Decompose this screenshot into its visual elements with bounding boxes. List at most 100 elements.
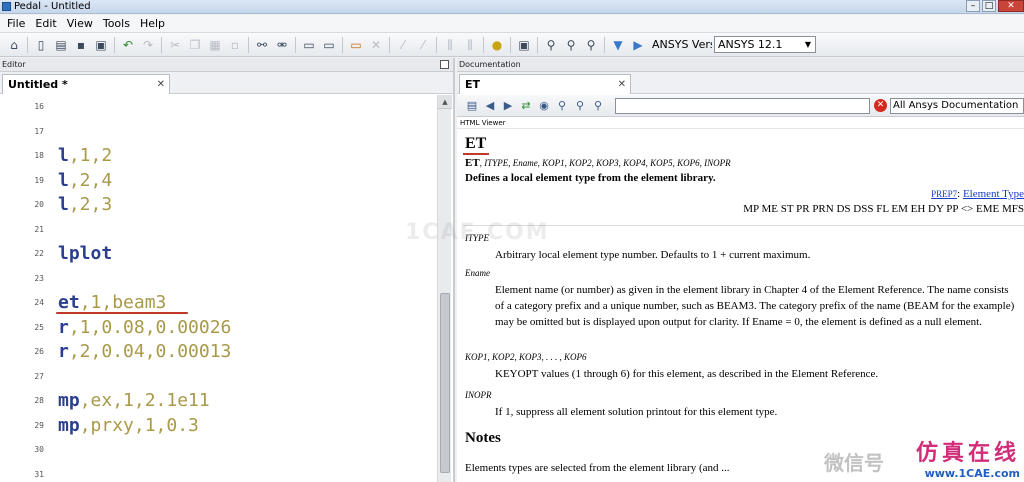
scroll-up-icon[interactable]: ▲: [438, 95, 452, 109]
arg-name-ename: Ename: [465, 268, 490, 278]
editor-scrollbar[interactable]: ▲: [437, 95, 452, 482]
open-file-icon[interactable]: ▤: [53, 37, 69, 53]
minimize-button[interactable]: –: [966, 0, 980, 12]
find-next-icon[interactable]: ⚮: [274, 37, 290, 53]
forward-arrow-icon[interactable]: ▶: [500, 98, 516, 114]
arg-desc-itype: Arbitrary local element type number. Def…: [495, 249, 811, 261]
editor-tabbar: Untitled * ✕: [0, 72, 453, 94]
code-line[interactable]: 25 r,1,0.08,0.00026: [0, 316, 434, 340]
code-line[interactable]: 23: [0, 267, 434, 291]
run-icon[interactable]: ▶: [630, 37, 646, 53]
toolbar-separator: [510, 36, 511, 53]
paste-icon[interactable]: ▦: [207, 37, 223, 53]
documentation-pane: Documentation ET ✕ ▤ ◀ ▶ ⇄ ◉ ⚲ ⚲ ⚲ ✕ All…: [457, 58, 1024, 482]
redo-icon[interactable]: ↷: [140, 37, 156, 53]
uncomment-icon[interactable]: ⁄: [415, 37, 431, 53]
tab-et[interactable]: ET ✕: [459, 74, 631, 94]
comment-icon[interactable]: ⁄: [395, 37, 411, 53]
line-number: 28: [34, 396, 44, 405]
outdent-icon[interactable]: ▭: [321, 37, 337, 53]
code-line[interactable]: 17: [0, 120, 434, 144]
window-icon[interactable]: ▣: [516, 37, 532, 53]
menu-file[interactable]: File: [2, 16, 30, 32]
maximize-button[interactable]: □: [982, 0, 996, 12]
html-viewer[interactable]: ET ET, ITYPE, Ename, KOP1, KOP2, KOP3, K…: [457, 130, 1024, 482]
find-icon[interactable]: ⚯: [254, 37, 270, 53]
window-title: Pedal - Untitled: [14, 1, 91, 12]
brand-wechat: 微信号: [824, 451, 884, 475]
new-file-icon[interactable]: ▯: [33, 37, 49, 53]
code-line[interactable]: 20 l,2,3: [0, 193, 434, 217]
code-line[interactable]: 30: [0, 438, 434, 462]
clear-bookmark-icon[interactable]: ✕: [368, 37, 384, 53]
zoom-in-icon[interactable]: ⚲: [554, 98, 570, 114]
home-icon[interactable]: ◉: [536, 98, 552, 114]
home-icon[interactable]: ⌂: [6, 37, 22, 53]
copy-icon[interactable]: ❐: [187, 37, 203, 53]
toolbar-separator: [483, 36, 484, 53]
version-dropdown[interactable]: ANSYS 12.1 ▼: [714, 36, 816, 53]
tab-untitled[interactable]: Untitled * ✕: [2, 74, 170, 94]
sync-icon[interactable]: ⇄: [518, 98, 534, 114]
code-line[interactable]: 29 mp,prxy,1,0.3: [0, 414, 434, 438]
line-number: 16: [34, 102, 44, 111]
scroll-thumb[interactable]: [440, 293, 450, 473]
documentation-search-input[interactable]: [615, 97, 870, 114]
notes-text: Elements types are selected from the ele…: [465, 462, 730, 474]
lightbulb-icon[interactable]: ●: [489, 37, 505, 53]
processor-line: PREP7: Element Type: [931, 188, 1024, 200]
code-line[interactable]: 22 lplot: [0, 242, 434, 266]
documentation-toolbar: ▤ ◀ ▶ ⇄ ◉ ⚲ ⚲ ⚲ ✕ All Ansys Documentatio…: [457, 95, 1024, 117]
indent-icon[interactable]: ▭: [301, 37, 317, 53]
code-line[interactable]: 18 l,1,2: [0, 144, 434, 168]
rows-icon[interactable]: ⫼: [462, 37, 478, 53]
toolbar-separator: [342, 36, 343, 53]
zoom-in-icon[interactable]: ⚲: [543, 37, 559, 53]
delete-icon[interactable]: ▫: [227, 37, 243, 53]
code-line[interactable]: 26 r,2,0.04,0.00013: [0, 340, 434, 364]
code-editor[interactable]: 16 17 18 l,1,2 19 l,2,4 20 l,2,3 21 22 lplot 23 24 et…: [0, 95, 452, 482]
line-number: 31: [34, 469, 44, 479]
zoom-out-icon[interactable]: ⚲: [572, 98, 588, 114]
code-line[interactable]: 19 l,2,4: [0, 169, 434, 193]
code-line[interactable]: 31: [0, 463, 434, 482]
close-tab-icon[interactable]: ✕: [157, 75, 165, 94]
prep7-link[interactable]: PREP7: [931, 189, 957, 199]
code-line[interactable]: 28 mp,ex,1,2.1e11: [0, 389, 434, 413]
editor-pane-title: Editor: [2, 60, 26, 69]
zoom-reset-icon[interactable]: ⚲: [583, 37, 599, 53]
version-label: ANSYS Version: [652, 38, 712, 51]
tab-label: ET: [465, 78, 481, 91]
bookmark-icon[interactable]: ▭: [348, 37, 364, 53]
code-line[interactable]: 16: [0, 95, 434, 119]
code-line[interactable]: 24 et,1,beam3: [0, 291, 434, 315]
save-icon[interactable]: ▪: [73, 37, 89, 53]
menu-tools[interactable]: Tools: [98, 16, 135, 32]
menu-view[interactable]: View: [62, 16, 98, 32]
command-keyword: lplot: [58, 243, 113, 264]
app-icon: [2, 2, 11, 11]
element-type-link[interactable]: Element Type: [963, 188, 1024, 200]
clear-search-icon[interactable]: ✕: [874, 99, 887, 112]
menu-help[interactable]: Help: [135, 16, 170, 32]
code-line[interactable]: 21: [0, 218, 434, 242]
undo-icon[interactable]: ↶: [120, 37, 136, 53]
maximize-pane-icon[interactable]: [440, 60, 449, 69]
documentation-pane-header: Documentation: [457, 58, 1024, 72]
save-all-icon[interactable]: ▣: [93, 37, 109, 53]
columns-icon[interactable]: ⫼: [442, 37, 458, 53]
filter-icon[interactable]: ▼: [610, 37, 626, 53]
close-tab-icon[interactable]: ✕: [618, 75, 626, 94]
zoom-out-icon[interactable]: ⚲: [563, 37, 579, 53]
close-window-button[interactable]: ✕: [998, 0, 1024, 12]
menu-edit[interactable]: Edit: [30, 16, 61, 32]
brand-url: www.1CAE.com: [924, 467, 1020, 480]
code-line[interactable]: 27: [0, 365, 434, 389]
search-scope-dropdown[interactable]: All Ansys Documentation: [890, 97, 1024, 114]
cut-icon[interactable]: ✂: [167, 37, 183, 53]
toolbar-separator: [537, 36, 538, 53]
contents-icon[interactable]: ▤: [464, 98, 480, 114]
back-arrow-icon[interactable]: ◀: [482, 98, 498, 114]
watermark: 1CAE.COM: [405, 220, 550, 245]
zoom-reset-icon[interactable]: ⚲: [590, 98, 606, 114]
